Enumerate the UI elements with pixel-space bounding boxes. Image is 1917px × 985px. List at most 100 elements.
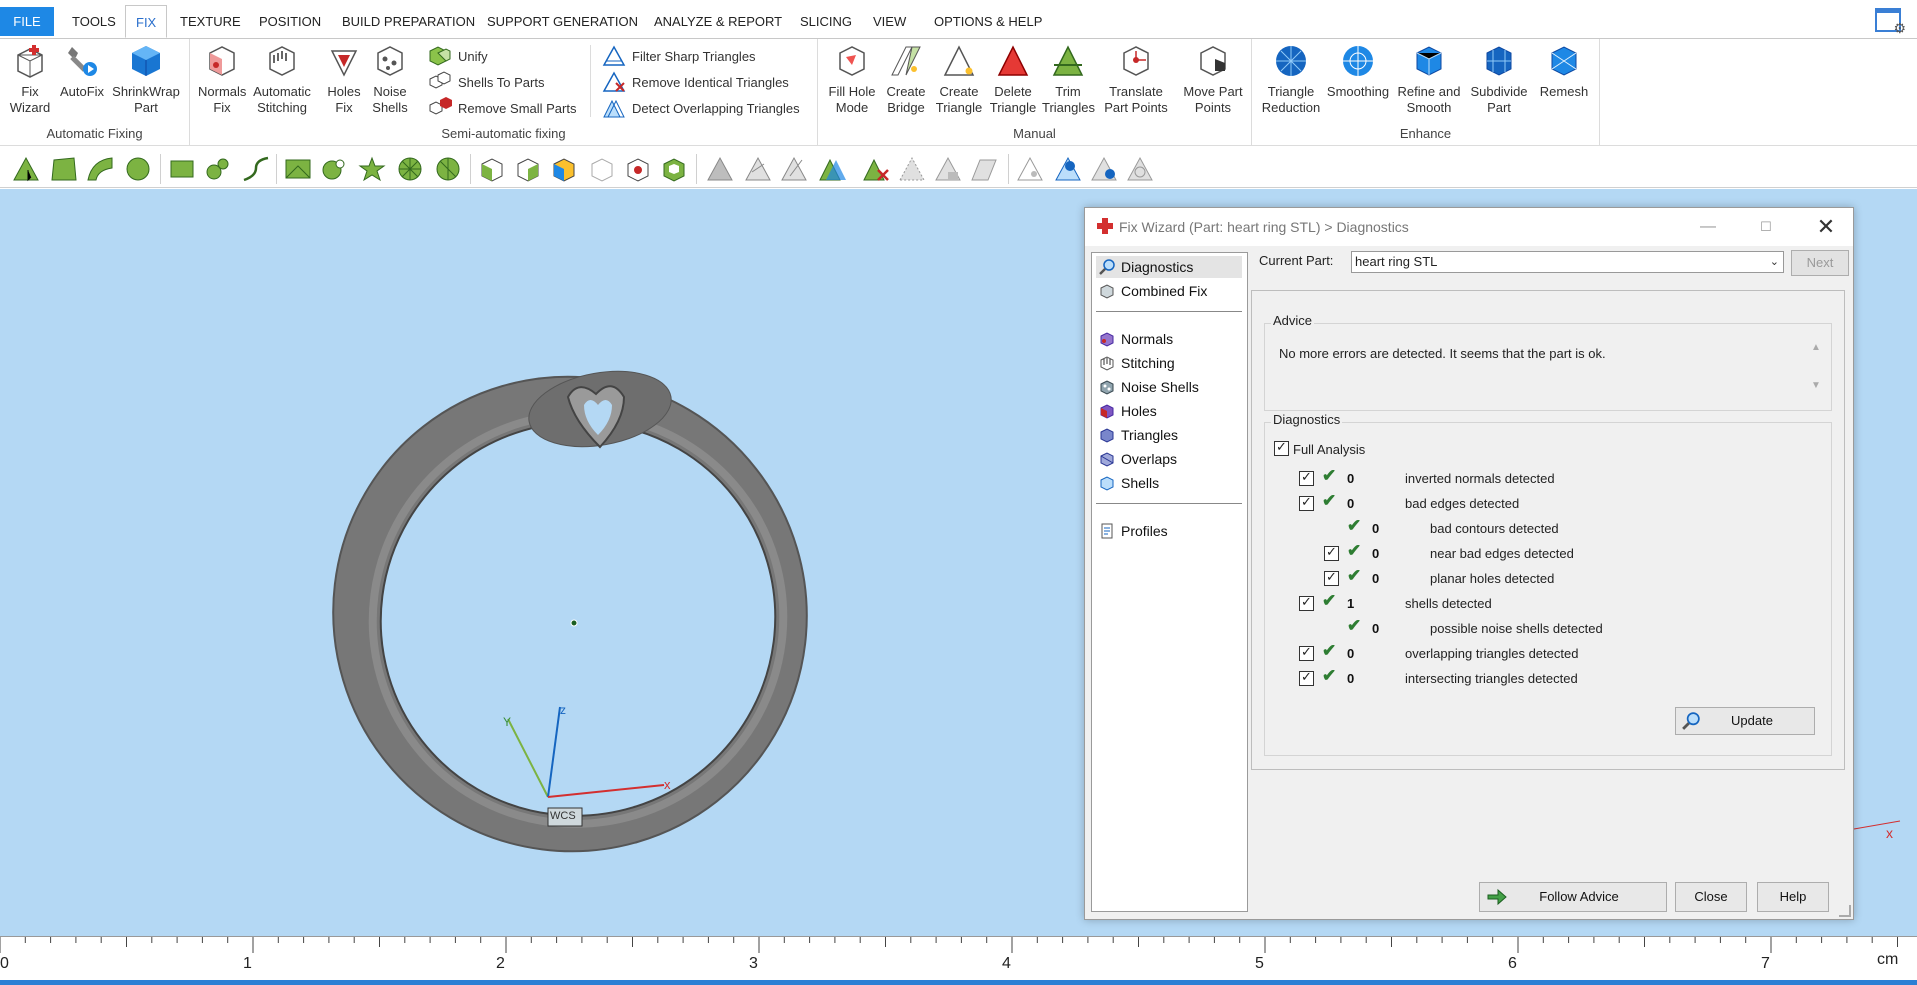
help-button[interactable]: Help xyxy=(1757,882,1829,912)
filter-sharp-triangles-button[interactable]: Filter Sharp Triangles xyxy=(602,44,756,68)
holes-fix-button[interactable]: Holes Fix xyxy=(324,43,364,116)
detect-overlapping-triangles-button[interactable]: Detect Overlapping Triangles xyxy=(602,96,800,120)
measure-triangle-icon[interactable] xyxy=(1054,156,1082,182)
trim-triangles-button[interactable]: Trim Triangles xyxy=(1042,43,1095,116)
select-planar-icon[interactable] xyxy=(284,156,312,182)
nav-item-holes[interactable]: Holes xyxy=(1096,400,1242,422)
mirror-selection-icon[interactable] xyxy=(970,156,998,182)
automatic-stitching-button[interactable]: Automatic Stitching xyxy=(250,43,314,116)
select-radial-icon[interactable] xyxy=(396,156,424,182)
triangle-filter-icon[interactable] xyxy=(1126,156,1154,182)
delete-triangle-button[interactable]: Delete Triangle xyxy=(988,43,1038,116)
nav-item-shells[interactable]: Shells xyxy=(1096,472,1242,494)
hide-selection-icon[interactable] xyxy=(898,156,926,182)
noise-shells-button[interactable]: Noise Shells xyxy=(368,43,412,116)
window-settings-icon[interactable]: ⚙ xyxy=(1875,8,1906,36)
normals-fix-button[interactable]: Normals Fix xyxy=(198,43,246,116)
select-triangle-icon[interactable] xyxy=(12,156,40,182)
smoothing-button[interactable]: Smoothing xyxy=(1324,43,1392,100)
close-window-button[interactable]: ✕ xyxy=(1811,214,1841,240)
current-part-select[interactable]: heart ring STL ⌄ xyxy=(1351,251,1784,273)
overlapping-checkbox[interactable] xyxy=(1299,644,1314,661)
maximize-button[interactable]: ☐ xyxy=(1751,214,1781,240)
unify-button[interactable]: Unify xyxy=(428,44,488,68)
shrinkwrap-part-button[interactable]: ShrinkWrap Part xyxy=(110,43,182,116)
select-contours-gray-icon[interactable] xyxy=(780,156,808,182)
follow-advice-button[interactable]: Follow Advice xyxy=(1479,882,1667,912)
close-button[interactable]: Close xyxy=(1675,882,1747,912)
select-surface-icon[interactable] xyxy=(50,156,78,182)
select-shell-cube-icon[interactable] xyxy=(660,156,688,182)
select-lasso-icon[interactable] xyxy=(242,156,270,182)
tab-position[interactable]: POSITION xyxy=(259,9,321,35)
fill-hole-mode-button[interactable]: Fill Hole Mode xyxy=(826,43,878,116)
tab-texture[interactable]: TEXTURE xyxy=(180,9,241,35)
nav-item-overlaps[interactable]: Overlaps xyxy=(1096,448,1242,470)
tab-analyze-report[interactable]: ANALYZE & REPORT xyxy=(654,9,782,35)
near-bad-edges-checkbox[interactable] xyxy=(1324,544,1339,561)
create-bridge-button[interactable]: Create Bridge xyxy=(882,43,930,116)
nav-item-normals[interactable]: Normals xyxy=(1096,328,1242,350)
fix-wizard-button[interactable]: Fix Wizard xyxy=(6,43,54,116)
nav-item-triangles[interactable]: Triangles xyxy=(1096,424,1242,446)
scroll-down-icon[interactable]: ▼ xyxy=(1807,380,1825,391)
advice-scrollbar[interactable]: ▲ ▼ xyxy=(1807,342,1825,396)
remesh-button[interactable]: Remesh xyxy=(1534,43,1594,100)
select-overlap-icon[interactable] xyxy=(818,156,846,182)
dialog-title-bar[interactable]: Fix Wizard (Part: heart ring STL) > Diag… xyxy=(1085,208,1853,246)
invert-selection-icon[interactable] xyxy=(550,156,578,182)
tab-build-preparation[interactable]: BUILD PREPARATION xyxy=(342,9,475,35)
planar-holes-checkbox[interactable] xyxy=(1324,569,1339,586)
shells-checkbox[interactable] xyxy=(1299,594,1314,611)
nav-item-noise-shells[interactable]: Noise Shells xyxy=(1096,376,1242,398)
wireframe-triangle-icon[interactable] xyxy=(1016,156,1044,182)
refine-and-smooth-button[interactable]: Refine and Smooth xyxy=(1394,43,1464,116)
tab-fix[interactable]: FIX xyxy=(125,5,168,38)
autofix-button[interactable]: AutoFix xyxy=(58,43,106,100)
subdivide-part-button[interactable]: Subdivide Part xyxy=(1466,43,1532,116)
select-triangles-gray-icon[interactable] xyxy=(706,156,734,182)
select-segment-icon[interactable] xyxy=(434,156,462,182)
nav-item-stitching[interactable]: Stitching xyxy=(1096,352,1242,374)
remove-small-parts-button[interactable]: Remove Small Parts xyxy=(428,96,576,120)
nav-item-diagnostics[interactable]: Diagnostics xyxy=(1096,256,1242,278)
shells-to-parts-button[interactable]: Shells To Parts xyxy=(428,70,544,94)
remove-identical-triangles-button[interactable]: Remove Identical Triangles xyxy=(602,70,789,94)
select-star-icon[interactable] xyxy=(358,156,386,182)
minimize-button[interactable]: — xyxy=(1693,214,1723,240)
full-analysis-checkbox[interactable] xyxy=(1274,439,1289,456)
move-part-points-button[interactable]: Move Part Points xyxy=(1180,43,1246,116)
select-shell-icon[interactable] xyxy=(124,156,152,182)
tab-options-help[interactable]: OPTIONS & HELP xyxy=(934,9,1042,35)
bad-edges-checkbox[interactable] xyxy=(1299,494,1314,511)
triangle-info-icon[interactable] xyxy=(1090,156,1118,182)
nav-item-combined-fix[interactable]: Combined Fix xyxy=(1096,280,1242,302)
scroll-up-icon[interactable]: ▲ xyxy=(1807,342,1825,353)
update-button[interactable]: Update xyxy=(1675,707,1815,735)
delete-selection-icon[interactable] xyxy=(862,156,890,182)
show-selection-icon[interactable] xyxy=(934,156,962,182)
resize-grip[interactable] xyxy=(1839,905,1851,917)
inverted-normals-checkbox[interactable] xyxy=(1299,469,1314,486)
select-rectangle-icon[interactable] xyxy=(168,156,196,182)
tab-tools[interactable]: TOOLS xyxy=(72,9,116,35)
select-brush-icon[interactable] xyxy=(204,156,232,182)
nav-separator xyxy=(1096,311,1242,312)
select-curved-surface-icon[interactable] xyxy=(86,156,114,182)
create-triangle-button[interactable]: Create Triangle xyxy=(934,43,984,116)
nav-item-profiles[interactable]: Profiles xyxy=(1096,520,1242,542)
next-button[interactable]: Next xyxy=(1791,250,1849,276)
select-flat-icon[interactable] xyxy=(320,156,348,182)
translate-part-points-button[interactable]: Translate Part Points xyxy=(1098,43,1174,116)
shrink-selection-icon[interactable] xyxy=(624,156,652,182)
tab-view[interactable]: VIEW xyxy=(873,9,906,35)
select-all-icon[interactable] xyxy=(478,156,506,182)
unselect-all-icon[interactable] xyxy=(514,156,542,182)
tab-file[interactable]: FILE xyxy=(0,7,54,36)
expand-selection-icon[interactable] xyxy=(588,156,616,182)
intersecting-checkbox[interactable] xyxy=(1299,669,1314,686)
tab-support-generation[interactable]: SUPPORT GENERATION xyxy=(487,9,638,35)
triangle-reduction-button[interactable]: Triangle Reduction xyxy=(1260,43,1322,116)
tab-slicing[interactable]: SLICING xyxy=(800,9,852,35)
select-edges-gray-icon[interactable] xyxy=(744,156,772,182)
